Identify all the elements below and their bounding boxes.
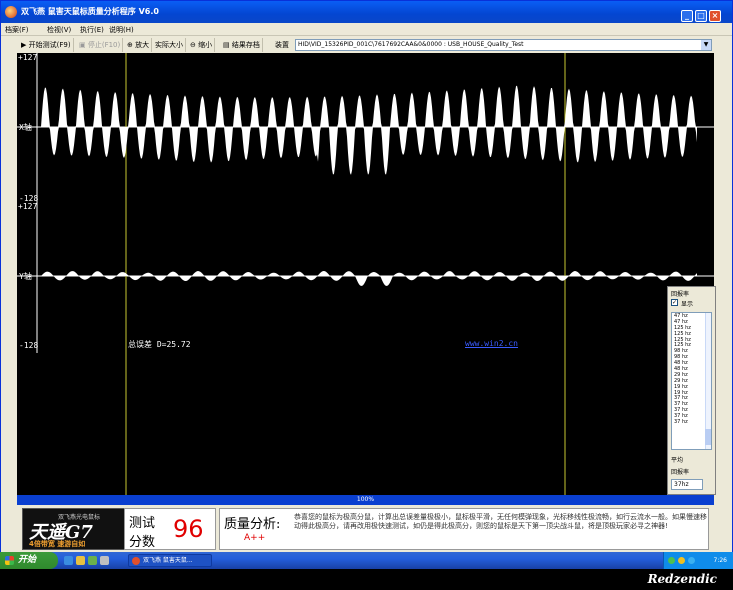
total-error-text: 总误差 D=25.72 xyxy=(128,340,191,349)
stop-label: 停止(F10) xyxy=(87,41,121,49)
quality-description: 恭喜您的鼠标为极高分鼠，计算出总误差量极极小，鼠标极平滑，无任何模弹现象，光标移… xyxy=(294,513,707,530)
quality-label: 质量分析: xyxy=(224,517,281,532)
volume-icon[interactable] xyxy=(678,557,685,564)
start-label: 开始 xyxy=(18,555,37,565)
x-axis-max: +127 xyxy=(18,53,38,62)
show-checkbox-label: 显示 xyxy=(681,301,694,308)
quality-analysis-box: 质量分析: A++ 恭喜您的鼠标为极高分鼠，计算出总误差量极极小，鼠标极平滑，无… xyxy=(219,508,709,550)
zoom-out-icon: ⊖ xyxy=(190,41,199,49)
maximize-button[interactable]: □ xyxy=(695,10,707,22)
zoom-out-button[interactable]: ⊖ 缩小 xyxy=(188,38,216,52)
save-icon: ▤ xyxy=(223,41,232,49)
title-bar[interactable]: 双飞燕 鼠害天鼠标质量分析程序 V6.0 _ □ × xyxy=(1,1,732,23)
network-icon[interactable] xyxy=(668,557,675,564)
menu-bar: 档案(F) 检视(V) 执行(E) 说明(H) xyxy=(1,23,732,36)
score-label-2: 分数 xyxy=(129,535,156,550)
progress-bar: 100% xyxy=(17,495,714,505)
system-tray: 7:26 xyxy=(663,552,733,569)
score-box: 测试 分数 96 xyxy=(124,508,216,550)
menu-execute[interactable]: 执行(E) xyxy=(80,25,104,35)
report-rate-title: 回报率 xyxy=(671,291,690,298)
logo-subtitle: 4倍带宽 速游自如 xyxy=(29,540,86,548)
taskbar: 开始 双飞燕 鼠害天鼠... 7:26 xyxy=(0,552,733,569)
average-rate-label: 回报率 xyxy=(671,469,690,476)
x-axis-label: X轴 xyxy=(19,123,32,132)
start-test-button[interactable]: ▶ 开始测试(F9) xyxy=(19,38,74,52)
y-axis-label: Y轴 xyxy=(19,272,32,281)
waveform-scope: +127 X轴 -128 +127 Y轴 -128 总误差 D=25.72 ww… xyxy=(17,53,714,495)
windows-logo-icon xyxy=(5,556,14,565)
menu-file[interactable]: 档案(F) xyxy=(5,25,29,35)
report-rate-panel: 回报率 ✓ 显示 47 hz 47 hz 125 hz 125 hz 125 hz 125… xyxy=(667,286,716,495)
device-label: 装置 xyxy=(275,41,289,49)
list-scrollbar-thumb[interactable] xyxy=(705,429,711,445)
zoom-in-icon: ⊕ xyxy=(127,41,136,49)
device-select-value: HID\VID_15326PID_001C\7617692CAA&0&0000 … xyxy=(298,41,524,48)
y-axis-min: -128 xyxy=(19,341,39,350)
zoom-out-label: 缩小 xyxy=(198,41,213,49)
score-value: 96 xyxy=(173,515,204,543)
media-icon[interactable] xyxy=(88,556,97,565)
product-logo: 双飞燕光电鼠标 天遥G7 4倍带宽 速游自如 xyxy=(22,508,130,550)
minimize-button[interactable]: _ xyxy=(681,10,693,22)
clock: 7:26 xyxy=(713,557,727,564)
quality-grade: A++ xyxy=(244,533,266,543)
taskbar-app-label: 双飞燕 鼠害天鼠... xyxy=(143,557,193,564)
watermark-text: Redzendic xyxy=(647,572,717,586)
average-label: 平均 xyxy=(671,457,684,464)
security-icon[interactable] xyxy=(688,557,695,564)
save-result-label: 结果存档 xyxy=(231,41,260,49)
taskbar-app-button[interactable]: 双飞燕 鼠害天鼠... xyxy=(128,554,212,567)
zoom-in-label: 放大 xyxy=(135,41,150,49)
result-panel: 双飞燕光电鼠标 天遥G7 4倍带宽 速游自如 测试 分数 96 质量分析: A+… xyxy=(17,506,714,551)
website-link[interactable]: www.win2.cn xyxy=(465,339,518,348)
toolbar: ▶ 开始测试(F9) ▣ 停止(F10) ⊕ 放大 实际大小 ⊖ 缩小 ▤ 结果… xyxy=(1,36,732,54)
actual-size-button[interactable]: 实际大小 xyxy=(153,38,186,52)
watermark: Redzendic xyxy=(0,569,733,590)
folder-icon[interactable] xyxy=(76,556,85,565)
save-result-button[interactable]: ▤ 结果存档 xyxy=(221,38,263,52)
report-rate-list[interactable]: 47 hz 47 hz 125 hz 125 hz 125 hz 125 hz 98 hz 9… xyxy=(671,312,712,450)
y-waveform xyxy=(41,271,697,286)
start-button[interactable]: 开始 xyxy=(0,552,58,569)
window-title: 双飞燕 鼠害天鼠标质量分析程序 V6.0 xyxy=(21,7,159,16)
score-label-1: 测试 xyxy=(129,516,156,531)
stop-icon: ▣ xyxy=(79,41,88,49)
waveform-svg xyxy=(17,53,714,495)
average-rate-value: 37hz xyxy=(671,479,703,490)
zoom-in-button[interactable]: ⊕ 放大 xyxy=(125,38,153,52)
stop-button[interactable]: ▣ 停止(F10) xyxy=(77,38,124,52)
x-waveform xyxy=(41,85,697,175)
menu-help[interactable]: 说明(H) xyxy=(109,25,134,35)
desktop-icon[interactable] xyxy=(100,556,109,565)
close-button[interactable]: × xyxy=(709,10,721,22)
menu-view[interactable]: 检视(V) xyxy=(47,25,71,35)
play-icon: ▶ xyxy=(21,41,29,49)
app-icon xyxy=(5,6,17,18)
app-icon-small xyxy=(132,557,140,565)
show-checkbox[interactable]: ✓ xyxy=(671,299,678,306)
y-axis-max: +127 xyxy=(18,202,38,211)
ie-icon[interactable] xyxy=(64,556,73,565)
chevron-down-icon[interactable]: ▼ xyxy=(701,40,711,50)
start-test-label: 开始测试(F9) xyxy=(28,41,71,49)
device-select[interactable]: HID\VID_15326PID_001C\7617692CAA&0&0000 … xyxy=(295,39,712,51)
